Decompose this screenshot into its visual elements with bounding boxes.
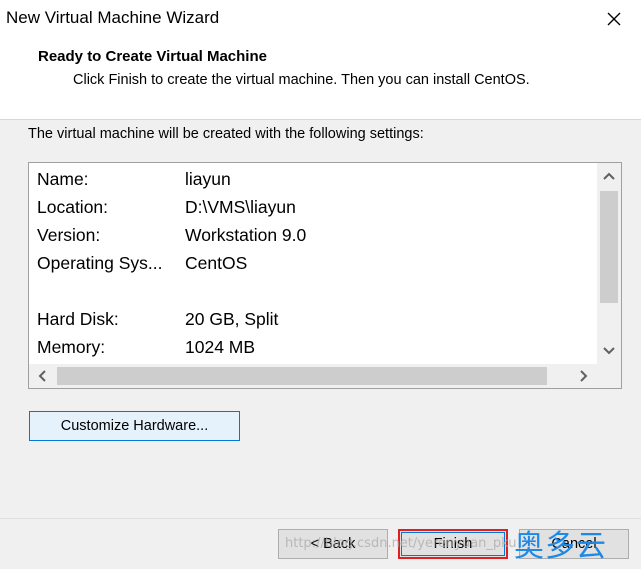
title-bar: New Virtual Machine Wizard — [0, 0, 641, 38]
settings-intro: The virtual machine will be created with… — [28, 126, 424, 142]
setting-key: Hard Disk: — [37, 309, 119, 329]
vertical-scrollbar[interactable] — [597, 163, 621, 364]
watermark-text: http://blog.csdn.net/yerenyuan_pku — [285, 536, 517, 551]
scroll-down-icon[interactable] — [597, 338, 621, 362]
setting-value: CentOS — [185, 253, 248, 273]
scroll-left-icon[interactable] — [31, 364, 55, 388]
setting-value: 1024 MB — [185, 337, 256, 357]
brand-logo: 奥多云 — [514, 529, 607, 564]
horizontal-scroll-thumb[interactable] — [57, 367, 547, 385]
page-subtitle: Click Finish to create the virtual machi… — [73, 72, 530, 88]
close-icon[interactable] — [603, 8, 625, 30]
scroll-up-icon[interactable] — [597, 165, 621, 189]
scroll-right-icon[interactable] — [571, 364, 595, 388]
settings-list[interactable]: Name: liayun Location: D:\VMS\liayun Ver… — [28, 162, 622, 389]
vertical-scroll-thumb[interactable] — [600, 191, 618, 303]
setting-key: Operating Sys... — [37, 253, 163, 273]
window-title: New Virtual Machine Wizard — [6, 8, 220, 27]
footer-divider — [0, 518, 641, 519]
setting-value: Workstation 9.0 — [185, 225, 307, 245]
setting-key: Name: — [37, 169, 89, 189]
scrollbar-corner — [597, 364, 621, 388]
setting-key: Version: — [37, 225, 101, 245]
page-title: Ready to Create Virtual Machine — [38, 48, 267, 65]
horizontal-scrollbar[interactable] — [29, 364, 597, 388]
setting-key: Memory: — [37, 337, 106, 357]
customize-hardware-button[interactable]: Customize Hardware... — [29, 411, 240, 441]
setting-value: 20 GB, Split — [185, 309, 279, 329]
setting-value: D:\VMS\liayun — [185, 197, 296, 217]
setting-key: Location: — [37, 197, 109, 217]
setting-value: liayun — [185, 169, 231, 189]
